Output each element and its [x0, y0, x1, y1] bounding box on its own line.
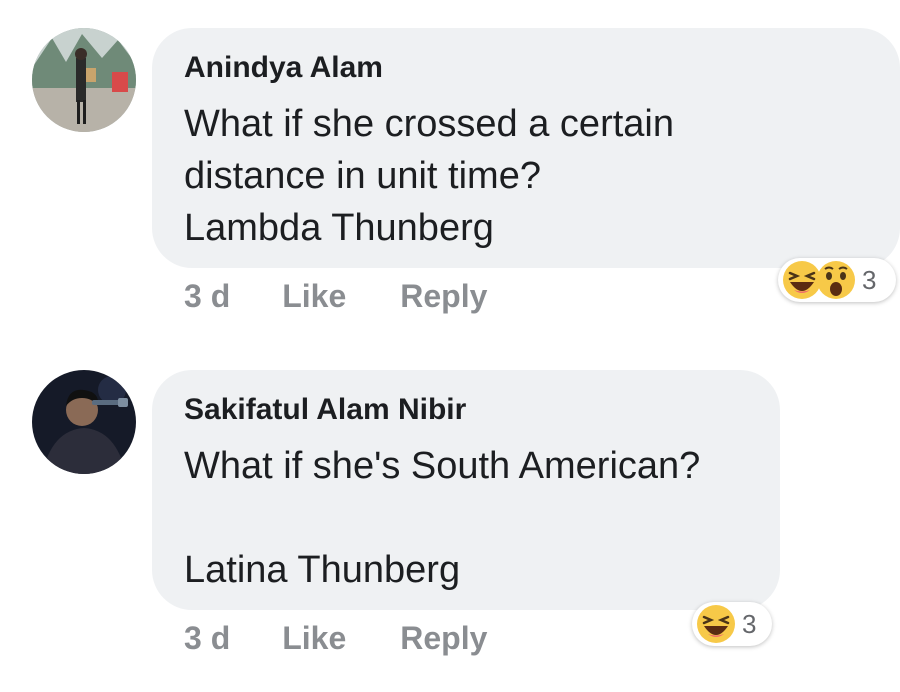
reply-button[interactable]: Reply [400, 620, 487, 657]
reaction-count: 3 [742, 608, 757, 639]
comment-bubble: Anindya Alam What if she crossed a certa… [152, 28, 900, 268]
laughing-emoji-icon [697, 605, 735, 643]
reaction-summary[interactable]: 3 [692, 602, 772, 646]
like-button[interactable]: Like [282, 278, 346, 315]
wow-emoji-icon [817, 261, 855, 299]
avatar[interactable] [32, 370, 136, 474]
like-button[interactable]: Like [282, 620, 346, 657]
comment-timestamp[interactable]: 3 d [184, 620, 230, 657]
avatar-photo [32, 370, 136, 474]
comment-author[interactable]: Sakifatul Alam Nibir [184, 392, 750, 428]
comment-actions: 3 d Like Reply [184, 278, 487, 315]
comment-text-line: What if she's South American? [184, 445, 701, 487]
reaction-summary[interactable]: 3 [778, 258, 896, 302]
comment-bubble: Sakifatul Alam Nibir What if she's South… [152, 370, 780, 610]
comment-timestamp[interactable]: 3 d [184, 278, 230, 315]
avatar-photo [32, 28, 136, 132]
comment-actions: 3 d Like Reply [184, 620, 487, 657]
avatar[interactable] [32, 28, 136, 132]
comment-author[interactable]: Anindya Alam [184, 50, 870, 86]
reply-button[interactable]: Reply [400, 278, 487, 315]
comment-text-line: Lambda Thunberg [184, 207, 494, 249]
comment-text-line [184, 492, 750, 544]
comment-text-line: Latina Thunberg [184, 549, 461, 591]
comment-text-line: What if she crossed a certain [184, 103, 674, 145]
reaction-count: 3 [862, 264, 877, 295]
comment-text-line: distance in unit time? [184, 155, 541, 197]
